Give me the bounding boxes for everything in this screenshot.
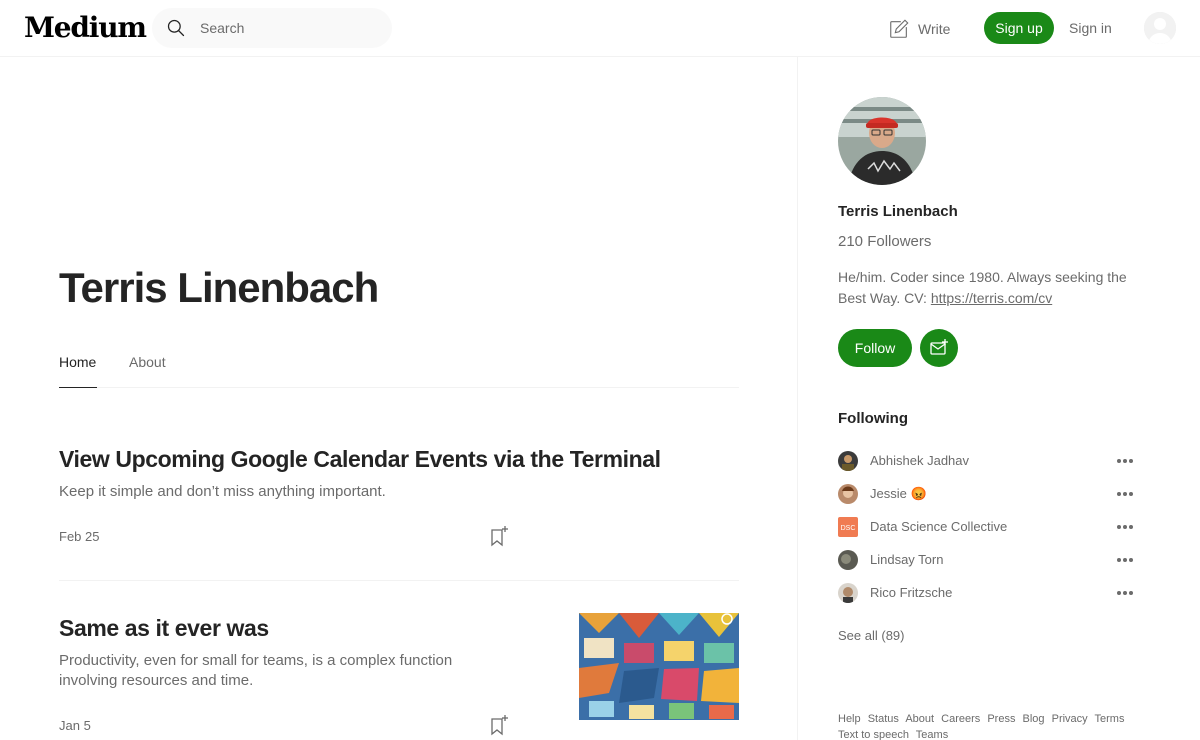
- footer-link-status[interactable]: Status: [868, 713, 899, 725]
- footer-link-text-to-speech[interactable]: Text to speech: [838, 729, 909, 740]
- mail-plus-icon: [930, 339, 948, 355]
- subscribe-button[interactable]: [920, 329, 958, 367]
- following-item[interactable]: Jessie 😡: [838, 484, 1138, 504]
- sidebar-divider: [797, 57, 798, 740]
- profile-name: Terris Linenbach: [59, 264, 379, 311]
- user-avatar[interactable]: [1144, 12, 1176, 44]
- more-options-icon[interactable]: [1116, 519, 1134, 535]
- more-options-icon[interactable]: [1116, 552, 1134, 568]
- following-name[interactable]: Abhishek Jadhav: [870, 453, 969, 468]
- pencil-icon: [890, 19, 909, 38]
- post-divider: [59, 580, 739, 581]
- footer-link-terms[interactable]: Terms: [1095, 713, 1125, 725]
- profile-avatar[interactable]: [838, 97, 926, 185]
- footer-link-blog[interactable]: Blog: [1023, 713, 1045, 725]
- avatar: DSC: [838, 517, 858, 537]
- following-heading: Following: [838, 410, 908, 427]
- illustration-image: [579, 613, 739, 720]
- avatar: [838, 484, 858, 504]
- avatar: [838, 451, 858, 471]
- following-name[interactable]: Data Science Collective: [870, 519, 1007, 534]
- profile-bio: He/him. Coder since 1980. Always seeking…: [838, 267, 1138, 309]
- bookmark-add-icon[interactable]: [489, 714, 509, 736]
- footer-link-press[interactable]: Press: [987, 713, 1015, 725]
- write-label: Write: [918, 21, 951, 37]
- follow-button[interactable]: Follow: [838, 329, 912, 367]
- footer-link-careers[interactable]: Careers: [941, 713, 980, 725]
- more-options-icon[interactable]: [1116, 585, 1134, 601]
- post-subtitle: Keep it simple and don’t miss anything i…: [59, 483, 386, 500]
- svg-text:DSC: DSC: [841, 525, 856, 532]
- following-item[interactable]: Rico Fritzsche: [838, 583, 1138, 603]
- search-box[interactable]: Search: [152, 8, 392, 48]
- footer-link-about[interactable]: About: [905, 713, 934, 725]
- profile-tabs: Home About: [59, 340, 739, 388]
- more-options-icon[interactable]: [1116, 453, 1134, 469]
- follower-count[interactable]: 210 Followers: [838, 233, 931, 250]
- signin-link[interactable]: Sign in: [1069, 20, 1112, 36]
- tab-home[interactable]: Home: [59, 354, 96, 370]
- post-thumbnail[interactable]: [579, 613, 739, 720]
- signup-button[interactable]: Sign up: [984, 12, 1054, 44]
- medium-logo[interactable]: Medium: [24, 11, 147, 44]
- following-name[interactable]: Jessie 😡: [870, 486, 927, 502]
- profile-photo: [838, 97, 926, 185]
- post-date: Feb 25: [59, 529, 100, 544]
- avatar: [838, 583, 858, 603]
- tab-about[interactable]: About: [129, 354, 166, 370]
- following-item[interactable]: Lindsay Torn: [838, 550, 1138, 570]
- search-icon: [167, 19, 185, 37]
- following-name[interactable]: Lindsay Torn: [870, 552, 943, 567]
- post-title[interactable]: Same as it ever was: [59, 615, 499, 642]
- write-button[interactable]: Write: [888, 17, 950, 41]
- post-subtitle: Productivity, even for small for teams, …: [59, 652, 453, 689]
- following-item[interactable]: DSC Data Science Collective: [838, 517, 1138, 537]
- post-card[interactable]: Same as it ever was Productivity, even f…: [59, 615, 499, 691]
- sidebar-profile-name[interactable]: Terris Linenbach: [838, 203, 958, 220]
- search-input[interactable]: Search: [200, 20, 244, 36]
- more-options-icon[interactable]: [1116, 486, 1134, 502]
- footer-links: Help Status About Careers Press Blog Pri…: [838, 711, 1148, 740]
- footer-link-help[interactable]: Help: [838, 713, 861, 725]
- bookmark-add-icon[interactable]: [489, 525, 509, 547]
- footer-link-privacy[interactable]: Privacy: [1052, 713, 1088, 725]
- default-avatar-icon: [1144, 12, 1176, 44]
- cv-link[interactable]: https://terris.com/cv: [931, 290, 1052, 306]
- avatar: [838, 550, 858, 570]
- see-all-following-link[interactable]: See all (89): [838, 628, 904, 643]
- post-card[interactable]: View Upcoming Google Calendar Events via…: [59, 446, 739, 502]
- following-name[interactable]: Rico Fritzsche: [870, 585, 952, 600]
- following-item[interactable]: Abhishek Jadhav: [838, 451, 1138, 471]
- post-date: Jan 5: [59, 718, 91, 733]
- top-nav-bar: Medium Search Write Sign up Sign in: [0, 0, 1200, 57]
- post-title[interactable]: View Upcoming Google Calendar Events via…: [59, 446, 739, 473]
- footer-link-teams[interactable]: Teams: [916, 729, 948, 740]
- active-tab-indicator: [59, 387, 97, 388]
